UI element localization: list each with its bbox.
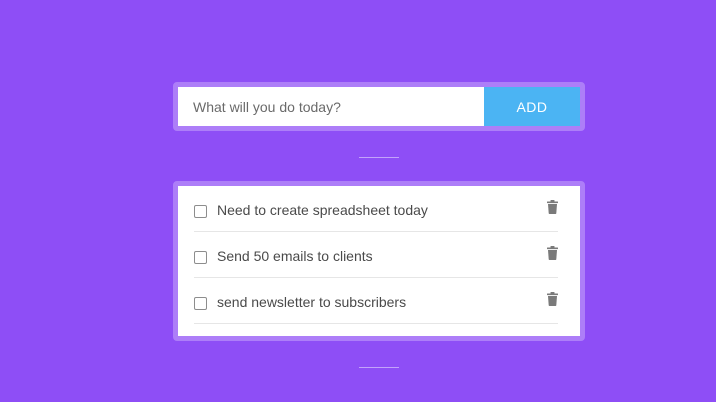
todo-checkbox[interactable] xyxy=(194,297,207,310)
todo-app: ADD Need to create spreadsheet today Sen… xyxy=(0,0,716,402)
trash-icon[interactable] xyxy=(547,200,558,214)
trash-icon[interactable] xyxy=(547,246,558,260)
todo-checkbox[interactable] xyxy=(194,251,207,264)
trash-icon[interactable] xyxy=(547,292,558,306)
todo-label: send newsletter to subscribers xyxy=(217,293,407,310)
todo-item: Send 50 emails to clients xyxy=(194,232,558,278)
todo-item: send newsletter to subscribers xyxy=(194,278,558,324)
add-todo-form: ADD xyxy=(173,82,585,131)
todo-label: Send 50 emails to clients xyxy=(217,247,373,264)
todo-label: Need to create spreadsheet today xyxy=(217,201,428,218)
divider-bottom xyxy=(359,367,399,368)
todo-checkbox[interactable] xyxy=(194,205,207,218)
todo-item: Need to create spreadsheet today xyxy=(194,186,558,232)
todo-input[interactable] xyxy=(178,87,484,126)
add-button[interactable]: ADD xyxy=(484,87,580,126)
todo-list: Need to create spreadsheet today Send 50… xyxy=(173,181,585,341)
divider-top xyxy=(359,157,399,158)
